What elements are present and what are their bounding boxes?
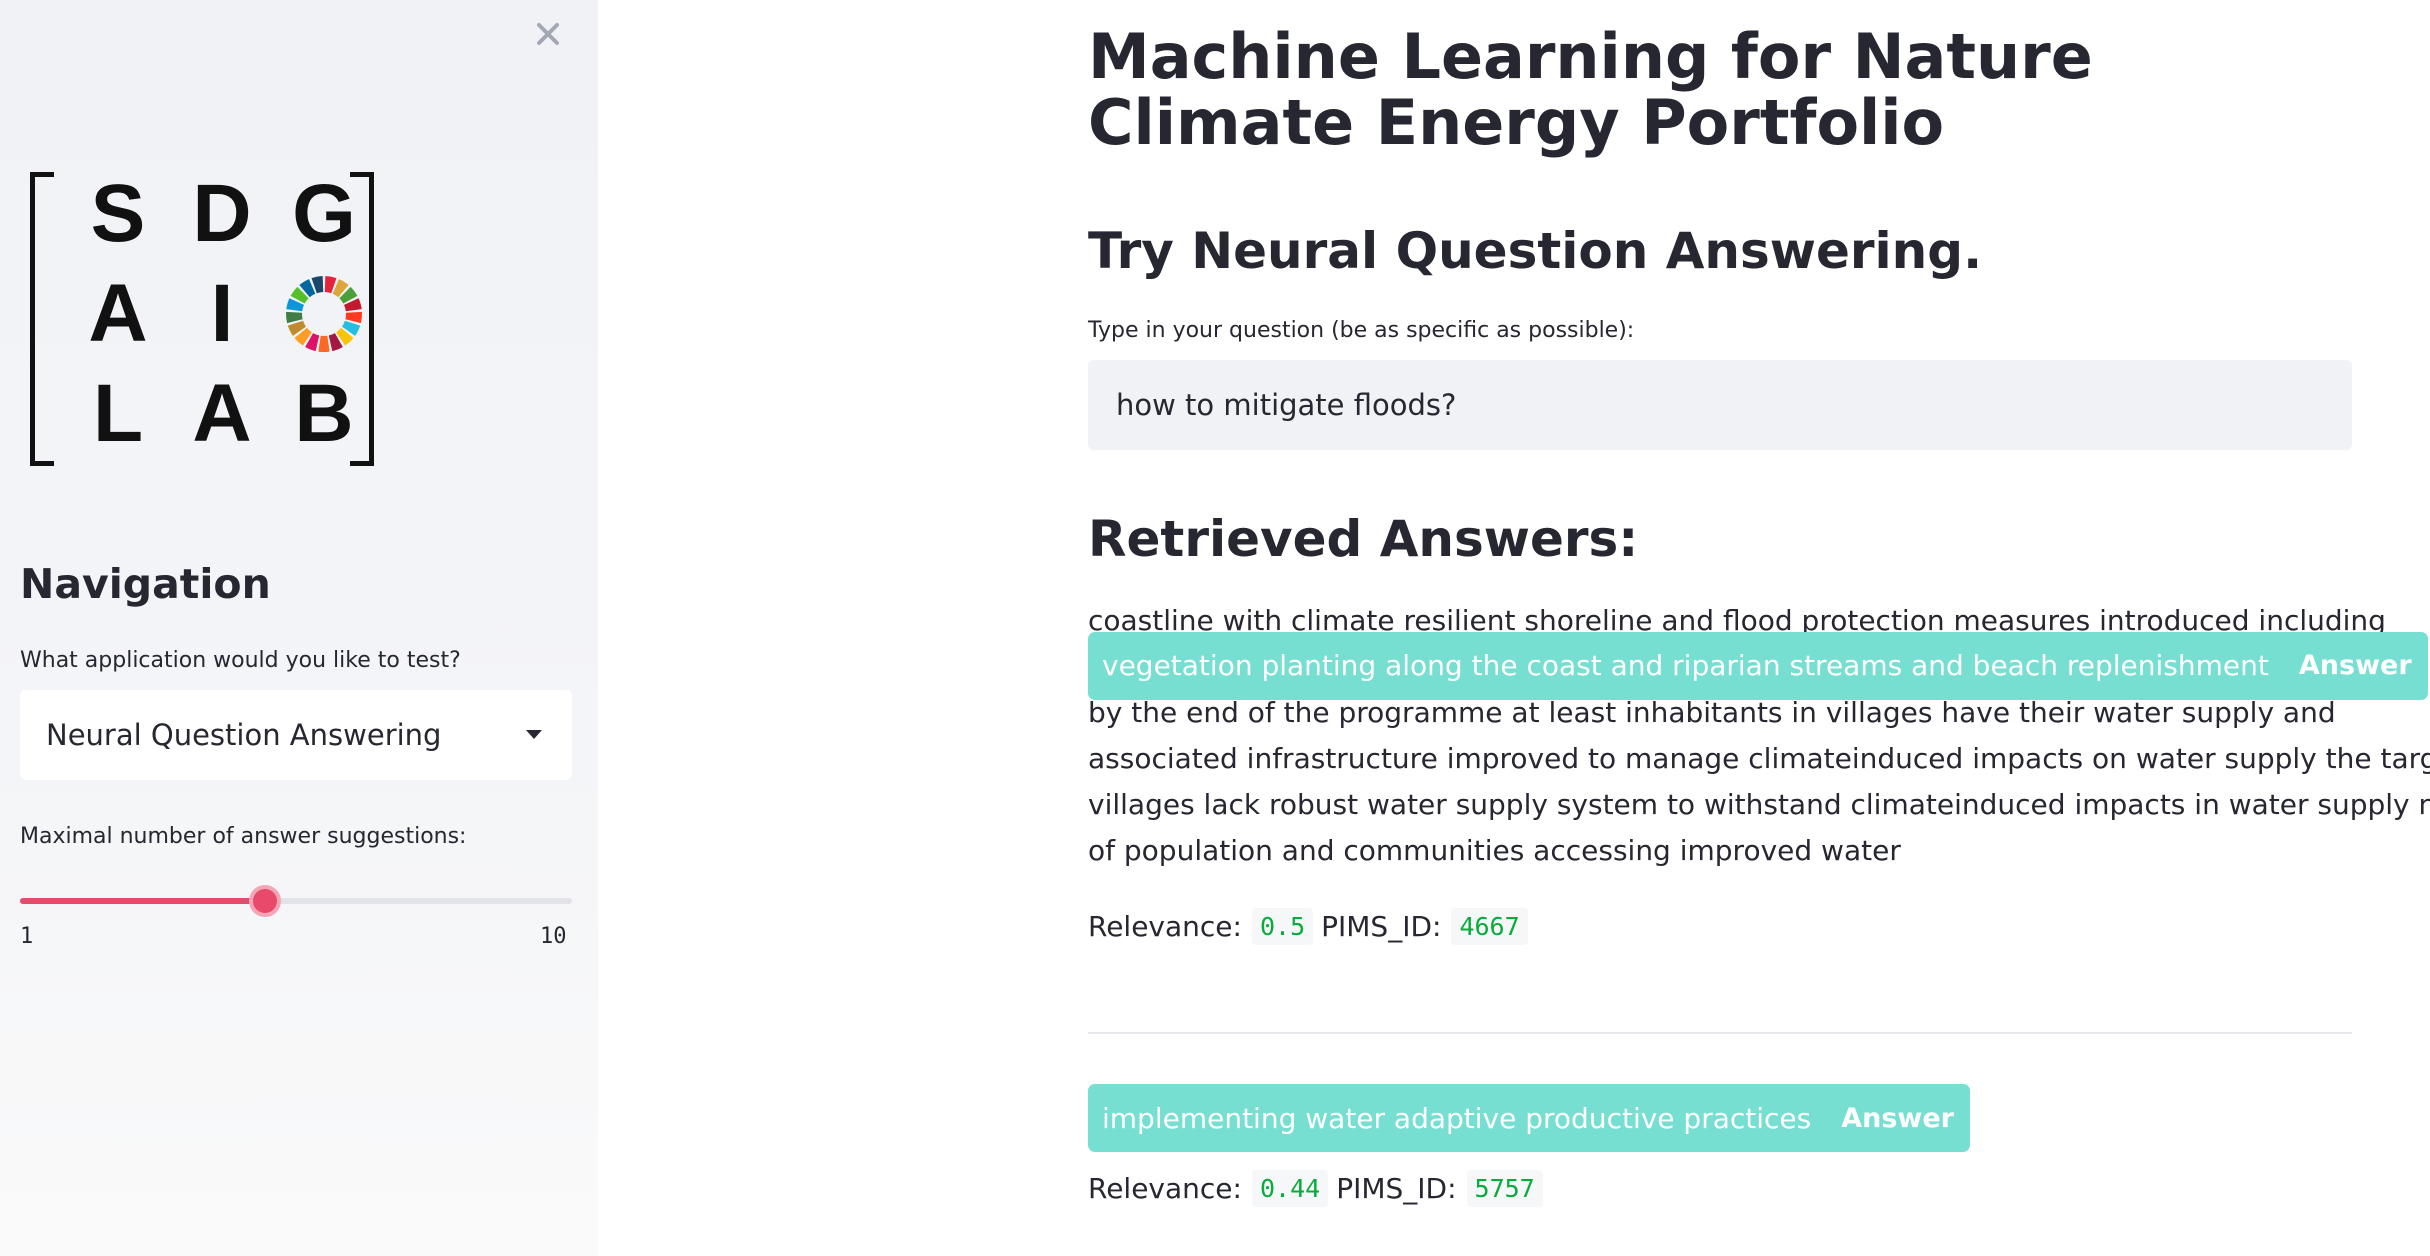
answer-passage: coastline with climate resilient shoreli… (1088, 598, 2430, 874)
slider-thumb[interactable] (249, 885, 282, 917)
answer-meta: Relevance: 0.5 PIMS_ID: 4667 (1088, 908, 1536, 945)
logo-letter: A (192, 368, 252, 459)
logo-letter: B (294, 368, 354, 459)
sdg-wheel-segment (318, 335, 330, 352)
section-heading-try-qa: Try Neural Question Answering. (1088, 222, 1983, 280)
application-select-label: What application would you like to test? (20, 648, 461, 673)
sdg-ai-lab-logo: S D G A I L A B (22, 164, 374, 466)
application-select-value: Neural Question Answering (46, 718, 442, 752)
page-title: Machine Learning for Nature Climate Ener… (1088, 20, 2093, 159)
answer-tag: Answer (2298, 650, 2412, 681)
answer-highlight: implementing water adaptive productive p… (1088, 1084, 1970, 1152)
application-select[interactable]: Neural Question Answering (20, 690, 572, 780)
question-input-label: Type in your question (be as specific as… (1088, 318, 1635, 343)
relevance-value: 0.5 (1251, 908, 1314, 945)
logo-bracket-left (30, 172, 54, 466)
pims-id-label: PIMS_ID: (1336, 1172, 1457, 1205)
answer-text: vegetation planting along the coast and … (1102, 649, 2269, 682)
slider-min-label: 1 (20, 924, 34, 949)
pims-id-value: 5757 (1466, 1170, 1543, 1207)
answer-count-slider-label: Maximal number of answer suggestions: (20, 824, 467, 849)
logo-letter: S (90, 168, 146, 259)
sidebar: S D G A I L A B Navigation What applicat… (0, 0, 598, 1256)
sdg-wheel-segment (285, 311, 303, 324)
chevron-down-icon (526, 730, 542, 739)
sdg-wheel-icon (274, 264, 374, 364)
pims-id-value: 4667 (1451, 908, 1528, 945)
close-icon (537, 23, 559, 45)
passage-context-line: associated infrastructure improved to ma… (1088, 742, 2430, 775)
logo-letter: L (92, 368, 144, 459)
navigation-heading: Navigation (20, 560, 271, 608)
retrieved-answers-heading: Retrieved Answers: (1088, 510, 1639, 568)
answer-highlight: vegetation planting along the coast and … (1088, 632, 2428, 700)
slider-max-label: 10 (540, 924, 567, 949)
relevance-label: Relevance: (1088, 1172, 1242, 1205)
answer-text: implementing water adaptive productive p… (1102, 1101, 1812, 1135)
pims-id-label: PIMS_ID: (1321, 910, 1442, 943)
answer-meta: Relevance: 0.44 PIMS_ID: 5757 (1088, 1170, 1551, 1207)
slider-fill (20, 898, 266, 904)
logo-letter: G (292, 168, 356, 259)
answer-tag: Answer (1841, 1102, 1954, 1134)
question-input[interactable] (1088, 360, 2352, 450)
answer-divider (1088, 1032, 2352, 1034)
close-sidebar-button[interactable] (528, 14, 568, 54)
sdg-wheel-segment (345, 311, 363, 324)
logo-letter: A (88, 268, 148, 359)
logo-letter: D (192, 168, 252, 259)
logo-letter: I (210, 268, 234, 359)
answer-count-slider[interactable] (20, 885, 572, 917)
passage-context-line: villages lack robust water supply system… (1088, 788, 2430, 821)
relevance-value: 0.44 (1251, 1170, 1329, 1207)
passage-context-line: of population and communities accessing … (1088, 834, 1901, 867)
relevance-label: Relevance: (1088, 910, 1242, 943)
